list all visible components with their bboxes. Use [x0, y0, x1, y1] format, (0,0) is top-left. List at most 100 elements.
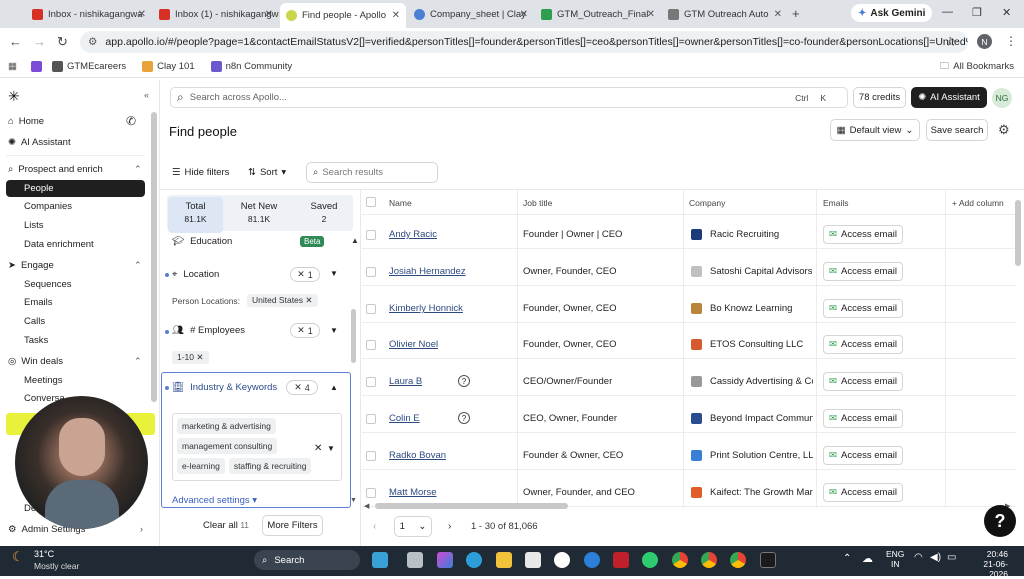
company-name[interactable]: ETOS Consulting LLC — [710, 339, 803, 350]
address-bar[interactable]: ⚙ app.apollo.io/#/people?page=1&contactEm… — [80, 31, 968, 53]
reload-icon[interactable]: ↻ — [57, 34, 68, 50]
next-page-icon[interactable]: › — [448, 521, 451, 532]
person-name-link[interactable]: Olivier Noel — [389, 339, 438, 350]
copilot-icon[interactable] — [437, 552, 453, 568]
close-tab-icon[interactable]: ✕ — [520, 9, 528, 20]
close-tab-icon[interactable]: ✕ — [392, 10, 400, 21]
company-name[interactable]: Satoshi Capital Advisors — [710, 266, 812, 277]
store-icon[interactable] — [525, 552, 541, 568]
save-search-button[interactable]: Save search — [926, 119, 988, 141]
caret-down-icon[interactable]: ▼ — [330, 326, 338, 335]
mcafee-icon[interactable] — [613, 552, 629, 568]
clear-icon[interactable]: ✕ — [294, 382, 302, 393]
access-email-button[interactable]: ✉ Access email — [823, 335, 903, 354]
industry-chip[interactable]: e-learning — [177, 458, 225, 474]
tab-gmail-inbox-2[interactable]: Inbox (1) - nishikagangwa ✕ — [153, 4, 279, 24]
volume-icon[interactable]: ◀) — [930, 552, 941, 563]
clock[interactable]: 20:46 21-06-2026 — [968, 549, 1008, 579]
close-window-icon[interactable]: ✕ — [1002, 6, 1011, 19]
access-email-button[interactable]: ✉ Access email — [823, 299, 903, 318]
wifi-icon[interactable]: ◠ — [914, 552, 923, 563]
ask-gemini-button[interactable]: ✦ Ask Gemini — [851, 4, 933, 22]
person-name-link[interactable]: Josiah Hernandez — [389, 266, 466, 277]
access-email-button[interactable]: ✉ Access email — [823, 372, 903, 391]
sidebar-item-sequences[interactable]: Sequences — [24, 279, 72, 290]
info-question-icon[interactable]: ? — [458, 412, 470, 424]
close-tab-icon[interactable]: ✕ — [265, 9, 273, 20]
filter-employees[interactable]: 👥︎ # Employees — [172, 325, 245, 336]
advanced-settings-link[interactable]: Advanced settings ▾ — [172, 495, 257, 506]
column-header-company[interactable]: Company — [689, 198, 725, 208]
row-checkbox[interactable] — [366, 451, 376, 461]
chrome-profile-2-icon[interactable] — [730, 552, 746, 568]
taskbar-search[interactable]: ⌕ Search — [254, 550, 360, 570]
scroll-down-icon[interactable]: ▼ — [350, 497, 357, 504]
column-header-job-title[interactable]: Job title — [523, 198, 552, 208]
tab-sheets[interactable]: GTM_Outreach_Final ✕ — [535, 4, 661, 24]
site-info-icon[interactable]: ⚙ — [88, 36, 97, 48]
tab-saved[interactable]: Saved 2 — [296, 197, 352, 233]
caret-up-icon[interactable]: ▲ — [330, 383, 338, 392]
chevron-up-icon[interactable]: ⌃ — [134, 164, 142, 175]
prev-page-icon[interactable]: ‹ — [373, 521, 376, 532]
back-icon[interactable]: ← — [9, 34, 22, 49]
sidebar-item-companies[interactable]: Companies — [24, 201, 72, 212]
user-avatar[interactable]: NG — [992, 88, 1012, 108]
chevron-up-icon[interactable]: ⌃ — [134, 356, 142, 367]
language-indicator[interactable]: ENG IN — [886, 549, 904, 569]
person-name-link[interactable]: Matt Morse — [389, 487, 437, 498]
settings-gear-icon[interactable]: ⚙ — [998, 122, 1010, 138]
access-email-button[interactable]: ✉ Access email — [823, 262, 903, 281]
remove-chip-icon[interactable]: ✕ — [196, 352, 203, 362]
employees-chip[interactable]: 1-10 ✕ — [172, 351, 209, 364]
sidebar-item-home[interactable]: ⌂ Home — [8, 116, 44, 127]
clear-icon[interactable]: ✕ — [297, 269, 305, 280]
page-select[interactable]: 1 ⌄ — [394, 516, 432, 537]
caret-up-icon[interactable]: ▲ — [351, 236, 359, 245]
access-email-button[interactable]: ✉ Access email — [823, 483, 903, 502]
forward-icon[interactable]: → — [33, 34, 46, 49]
tab-gtm-auto[interactable]: GTM Outreach Auto ✕ — [662, 4, 788, 24]
industry-chip[interactable]: staffing & recruiting — [228, 458, 312, 474]
caret-down-icon[interactable]: ▼ — [330, 269, 338, 278]
company-name[interactable]: Racic Recruiting — [710, 229, 779, 240]
collapse-sidebar-icon[interactable]: « — [144, 90, 149, 100]
chevron-up-icon[interactable]: ⌃ — [134, 260, 142, 271]
row-checkbox[interactable] — [366, 377, 376, 387]
remove-chip-icon[interactable]: ✕ — [305, 295, 312, 305]
bookmark-star-icon[interactable]: ☆ — [945, 34, 957, 50]
close-tab-icon[interactable]: ✕ — [774, 9, 782, 20]
sidebar-section-prospect[interactable]: ⌕ Prospect and enrich — [8, 164, 103, 175]
person-name-link[interactable]: Kimberly Honnick — [389, 303, 463, 314]
sidebar-item-data-enrichment[interactable]: Data enrichment — [24, 239, 94, 250]
company-name[interactable]: Bo Knowz Learning — [710, 303, 792, 314]
industry-count-pill[interactable]: ✕ 4 — [286, 380, 318, 395]
access-email-button[interactable]: ✉ Access email — [823, 446, 903, 465]
help-app-icon[interactable] — [584, 552, 600, 568]
profile-avatar[interactable]: N — [977, 34, 992, 49]
person-name-link[interactable]: Laura B — [389, 376, 422, 387]
sidebar-item-lists[interactable]: Lists — [24, 220, 44, 231]
column-header-emails[interactable]: Emails — [823, 198, 849, 208]
onedrive-icon[interactable]: ☁ — [862, 552, 873, 565]
employees-count-pill[interactable]: ✕ 1 — [290, 323, 320, 338]
tab-gmail-inbox[interactable]: Inbox - nishikagangwa ✕ — [26, 4, 152, 24]
sidebar-item-meetings[interactable]: Meetings — [24, 375, 63, 386]
chrome-icon[interactable] — [672, 552, 688, 568]
chrome-profile-icon[interactable] — [701, 552, 717, 568]
filter-industry[interactable]: 🏢︎ Industry & Keywords — [172, 382, 277, 393]
company-name[interactable]: Kaifect: The Growth Mar — [710, 487, 813, 498]
add-column-button[interactable]: + Add column — [952, 198, 1004, 208]
bookmark-extension[interactable] — [30, 61, 42, 72]
sort-button[interactable]: ⇅ Sort ▾ — [248, 167, 286, 178]
sidebar-scrollbar[interactable] — [151, 112, 157, 402]
restore-icon[interactable]: ❐ — [972, 6, 982, 19]
tab-net-new[interactable]: Net New 81.1K — [228, 197, 290, 233]
global-search-input[interactable]: ⌕ Search across Apollo... Ctrl K — [170, 87, 848, 108]
weather-icon[interactable]: ☾ — [12, 549, 24, 565]
scroll-left-icon[interactable]: ◀ — [364, 502, 369, 510]
table-vertical-scrollbar[interactable] — [1015, 200, 1021, 266]
credits-button[interactable]: 78 credits — [853, 87, 906, 108]
location-count-pill[interactable]: ✕ 1 — [290, 267, 320, 282]
filter-education[interactable]: 🎓︎ Education — [172, 236, 232, 247]
